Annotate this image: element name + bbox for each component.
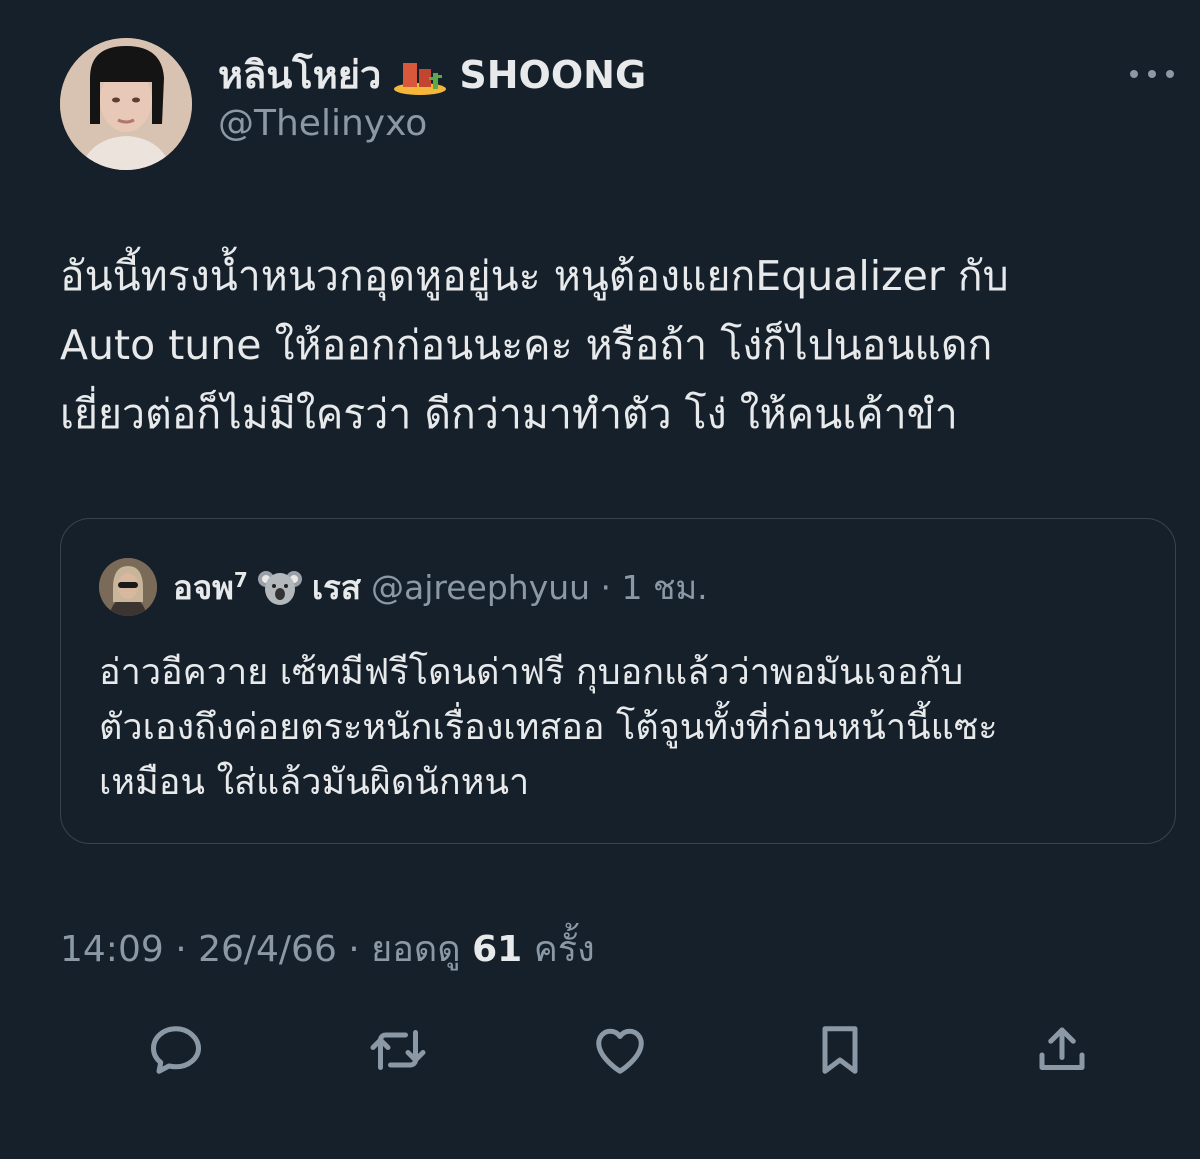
- tweet-actions: [0, 1012, 1200, 1088]
- display-name-text: หลินโหย่ว: [218, 53, 382, 97]
- koala-emoji-icon: [257, 565, 302, 609]
- bookmark-icon[interactable]: [808, 1012, 872, 1088]
- quoted-author-name: อจพ7: [173, 561, 248, 614]
- display-name-suffix: SHOONG: [459, 53, 647, 97]
- author-handle[interactable]: @Thelinyxo: [218, 100, 646, 148]
- timestamp-date: 14:09 · 26/4/66 · ยอดดู: [60, 929, 461, 970]
- tweet-text: อันนี้ทรงน้ำหนวกอุดหูอยู่นะ หนูต้องแยกEq…: [60, 252, 1009, 438]
- quoted-tweet-text: อ่าวอีควาย เซ้ทมีฟรีโดนด่าฟรี กุบอกแล้วว…: [99, 652, 998, 803]
- quoted-name-text: อจพ: [173, 567, 234, 607]
- quoted-tweet-header: อจพ7 เรส @ajreephyuu · 1 ชม.: [99, 558, 708, 616]
- reply-icon[interactable]: [144, 1012, 208, 1088]
- quoted-name-sup: 7: [233, 567, 248, 592]
- quoted-author-avatar: [99, 558, 157, 616]
- tweet-header: หลินโหย่ว SHOONG @Thelinyxo: [60, 38, 1200, 170]
- share-icon[interactable]: [1030, 1012, 1094, 1088]
- quoted-tweet[interactable]: อจพ7 เรส @ajreephyuu · 1 ชม. อ่าวอีควาย …: [60, 518, 1176, 844]
- quoted-author-name-2: เรส: [311, 567, 361, 607]
- author-display-name[interactable]: หลินโหย่ว SHOONG: [218, 52, 646, 98]
- desert-emoji-icon: [393, 55, 447, 95]
- more-icon[interactable]: [1130, 64, 1174, 84]
- view-count: 61: [472, 929, 523, 970]
- author-avatar[interactable]: [60, 38, 192, 170]
- like-icon[interactable]: [588, 1012, 652, 1088]
- quoted-handle-time: @ajreephyuu · 1 ชม.: [371, 567, 708, 607]
- retweet-icon[interactable]: [366, 1012, 430, 1088]
- view-count-suffix: ครั้ง: [533, 929, 595, 970]
- tweet-meta: 14:09 · 26/4/66 · ยอดดู 61 ครั้ง: [60, 920, 595, 977]
